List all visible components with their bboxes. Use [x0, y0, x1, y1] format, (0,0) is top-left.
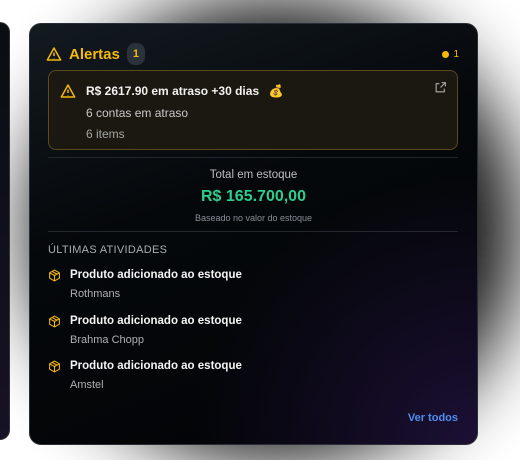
view-all-link[interactable]: Ver todos: [408, 412, 458, 424]
alert-items: 6 items: [86, 127, 125, 141]
overdue-alert[interactable]: R$ 2617.90 em atraso +30 dias 💰 6 contas…: [48, 70, 458, 150]
package-icon: [49, 360, 60, 373]
stock-note: Baseado no valor do estoque: [194, 213, 313, 223]
activity-item: Produto adicionado ao estoque Rothmans: [48, 269, 242, 300]
activity-product: Brahma Chopp: [70, 334, 144, 346]
activity-item: Produto adicionado ao estoque Brahma Cho…: [48, 315, 242, 346]
activity-product: Amstel: [70, 379, 104, 391]
activity-title: Produto adicionado ao estoque: [70, 315, 242, 327]
status-dot: [442, 50, 450, 58]
indicator-count: 1: [453, 48, 459, 60]
alerts-header: Alertas 1 1: [46, 42, 459, 66]
adjacent-card: [0, 22, 10, 440]
activity-product: Rothmans: [70, 288, 121, 300]
alert-detail: 6 contas em atraso: [86, 106, 189, 120]
warning-icon: [60, 84, 76, 98]
activity-title: Produto adicionado ao estoque: [70, 269, 242, 281]
alert-indicator: 1: [442, 49, 459, 60]
activity-title: Produto adicionado ao estoque: [70, 360, 242, 372]
package-icon: [49, 269, 60, 282]
stock-label: Total em estoque: [209, 169, 298, 181]
alerts-title: Alertas: [69, 45, 120, 63]
alerts-count-badge: 1: [126, 43, 145, 65]
warning-icon: [46, 47, 62, 61]
divider: [48, 231, 458, 232]
activities-heading: ÚLTIMAS ATIVIDADES: [48, 244, 168, 256]
package-icon: [49, 315, 60, 328]
alert-title-text: R$ 2617.90 em atraso +30 dias: [86, 84, 260, 98]
alerts-card: Alertas 1 1 R$ 2617.90 em atraso +30 dia…: [29, 23, 478, 445]
alert-title: R$ 2617.90 em atraso +30 dias 💰: [86, 84, 283, 98]
divider: [48, 157, 458, 158]
activity-item: Produto adicionado ao estoque Amstel: [48, 360, 242, 391]
stock-value: R$ 165.700,00: [201, 188, 306, 205]
money-bag-icon: 💰: [268, 84, 284, 98]
external-link-icon[interactable]: [434, 81, 447, 94]
